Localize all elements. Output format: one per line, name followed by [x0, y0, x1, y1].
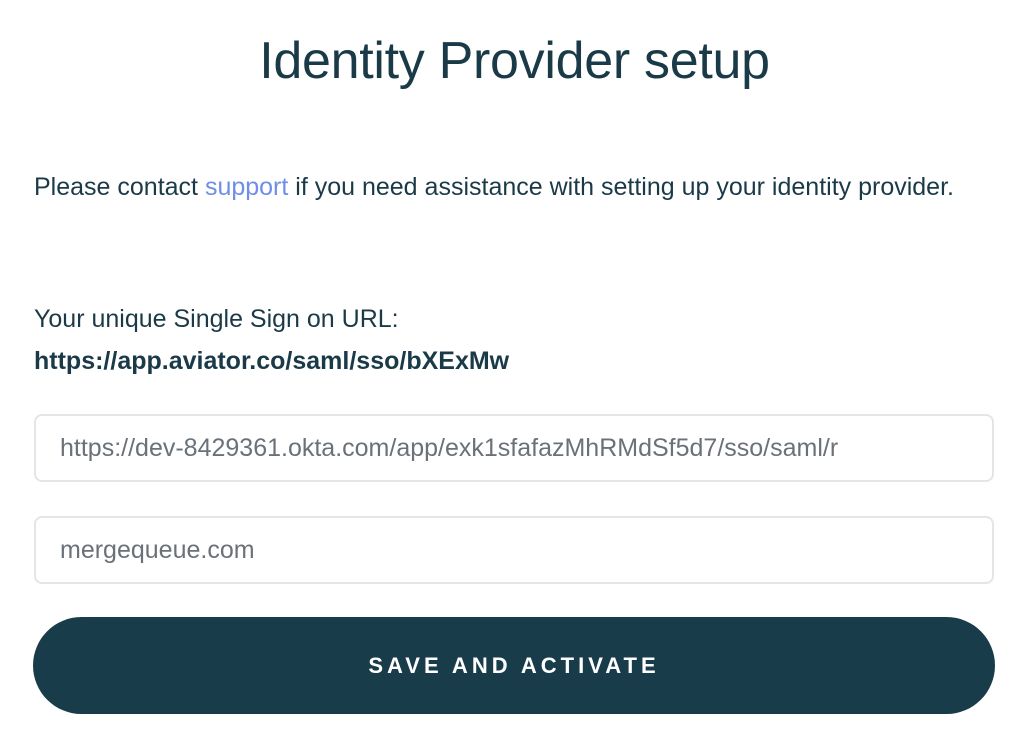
- sso-url-block: Your unique Single Sign on URL: https://…: [34, 298, 996, 382]
- save-and-activate-button[interactable]: SAVE AND ACTIVATE: [33, 617, 995, 714]
- domain-input[interactable]: [34, 516, 994, 584]
- support-link[interactable]: support: [205, 173, 288, 201]
- help-text-prefix: Please contact: [34, 173, 205, 201]
- help-text: Please contact support if you need assis…: [34, 166, 996, 208]
- help-text-suffix: if you need assistance with setting up y…: [288, 173, 954, 201]
- sso-url-value: https://app.aviator.co/saml/sso/bXExMw: [34, 347, 510, 375]
- idp-setup-page: Identity Provider setup Please contact s…: [0, 0, 1032, 750]
- page-title: Identity Provider setup: [259, 32, 770, 90]
- idp-url-input[interactable]: [34, 414, 994, 482]
- sso-url-label: Your unique Single Sign on URL:: [34, 305, 399, 333]
